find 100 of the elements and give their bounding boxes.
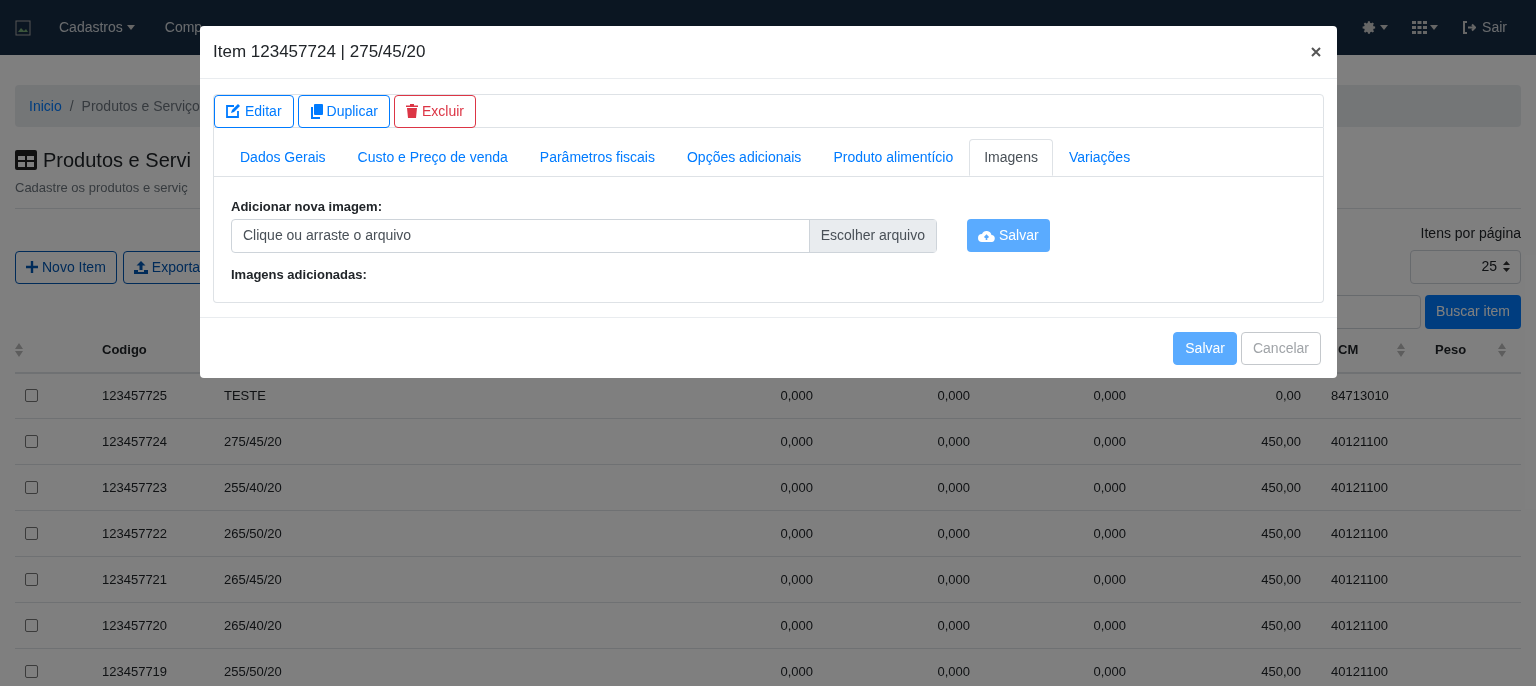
- sort-icon: [1397, 343, 1405, 357]
- action-button[interactable]: Excluir: [393, 94, 476, 128]
- caret-icon: [126, 25, 135, 30]
- tab[interactable]: Variações: [1052, 139, 1147, 176]
- table-cell: 40121100: [1331, 433, 1388, 449]
- file-input[interactable]: Clique ou arraste o arquivo Escolher arquivo: [231, 218, 937, 253]
- table-cell: 450,00: [1261, 479, 1301, 495]
- page-subtitle: Cadastre os produtos e serviç: [15, 179, 189, 197]
- table-cell: 40121100: [1331, 479, 1388, 495]
- table-cell: 0,000: [780, 663, 813, 679]
- grid-icon: [1412, 21, 1428, 34]
- table-cell: 0,000: [937, 617, 970, 633]
- column-header: Codigo: [102, 342, 147, 358]
- tab[interactable]: Parâmetros fiscais: [523, 139, 671, 176]
- sign-out-icon: [1462, 21, 1477, 34]
- column-header: Peso: [1435, 341, 1467, 360]
- table-cell: 123457719: [102, 663, 168, 679]
- tab[interactable]: Dados Gerais: [224, 139, 342, 176]
- apps-menu[interactable]: [1412, 21, 1439, 34]
- table-cell: 0,000: [1093, 663, 1126, 679]
- table-icon: [15, 150, 37, 170]
- table-cell: 123457722: [102, 525, 168, 541]
- table-cell: 40121100: [1331, 525, 1388, 541]
- settings-icon: [1362, 20, 1378, 35]
- broken-image-icon: [15, 19, 31, 36]
- tab[interactable]: Produto alimentício: [817, 139, 970, 176]
- action-button[interactable]: Editar: [214, 94, 294, 128]
- row-checkbox[interactable]: [25, 527, 38, 540]
- nav-menu[interactable]: Cadastros: [59, 17, 135, 38]
- breadcrumb-separator: /: [68, 96, 75, 116]
- edit-icon: [226, 104, 241, 118]
- table-cell: 0,000: [780, 388, 813, 403]
- close-icon: [1311, 47, 1321, 57]
- table-cell: 0,000: [780, 433, 813, 449]
- table-cell: 0,000: [1093, 388, 1126, 403]
- table-cell: 123457724: [102, 433, 168, 449]
- trash-icon: [405, 104, 418, 118]
- settings-menu[interactable]: [1362, 20, 1389, 35]
- table-cell: 40121100: [1331, 571, 1388, 587]
- table-cell: 0,000: [1093, 525, 1126, 541]
- select-arrows-icon: [1503, 261, 1510, 272]
- table-cell: 123457723: [102, 479, 168, 495]
- table-cell: 0,000: [937, 663, 970, 679]
- images-added-label: Imagens adicionadas:: [231, 265, 368, 284]
- table-cell: 40121100: [1331, 663, 1388, 679]
- row-checkbox[interactable]: [25, 435, 38, 448]
- table-cell: 84713010: [1331, 388, 1389, 403]
- row-checkbox[interactable]: [25, 573, 38, 586]
- table-cell: 0,000: [1093, 571, 1126, 587]
- row-checkbox[interactable]: [25, 619, 38, 632]
- cloud-upload-icon: [978, 229, 995, 242]
- row-checkbox[interactable]: [25, 481, 38, 494]
- table-cell: 0,000: [780, 479, 813, 495]
- table-cell: 265/40/20: [224, 617, 282, 633]
- per-page-select[interactable]: 25: [1410, 249, 1521, 284]
- nav-menu[interactable]: Comp: [164, 17, 203, 38]
- table-cell: 265/50/20: [224, 525, 282, 541]
- table-cell: 123457721: [102, 571, 168, 587]
- exit-link[interactable]: Sair: [1462, 17, 1507, 38]
- table-cell: 123457725: [102, 388, 168, 403]
- table-cell: 450,00: [1261, 571, 1301, 587]
- table-cell: 0,000: [1093, 433, 1126, 449]
- table-cell: 255/40/20: [224, 479, 282, 495]
- plus-icon: [26, 261, 38, 273]
- table-cell: 0,000: [780, 571, 813, 587]
- table-cell: 265/45/20: [224, 571, 282, 587]
- table-cell: 255/50/20: [224, 663, 282, 679]
- table-cell: 0,00: [1275, 388, 1301, 403]
- toolbar-button[interactable]: Novo Item: [15, 250, 117, 284]
- table-cell: 0,000: [1093, 617, 1126, 633]
- caret-icon: [1380, 25, 1389, 30]
- upload-label: Adicionar nova imagem:: [231, 198, 383, 216]
- table-cell: 0,000: [1093, 479, 1126, 495]
- caret-icon: [1430, 25, 1439, 30]
- breadcrumb-current: Produtos e Serviço: [81, 96, 200, 116]
- table-cell: 0,000: [937, 571, 970, 587]
- modal-title: Item 123457724 | 275/45/20: [213, 41, 426, 64]
- row-checkbox[interactable]: [25, 665, 38, 678]
- table-cell: 450,00: [1261, 525, 1301, 541]
- table-cell: 275/45/20: [224, 433, 282, 449]
- search-button[interactable]: Buscar item: [1425, 294, 1521, 329]
- table-cell: 123457720: [102, 617, 168, 633]
- tab[interactable]: Custo e Preço de venda: [341, 139, 524, 176]
- table-cell: 450,00: [1261, 663, 1301, 679]
- table-cell: 0,000: [780, 525, 813, 541]
- table-cell: 0,000: [937, 525, 970, 541]
- upload-icon: [133, 260, 148, 274]
- column-header: CM: [1338, 341, 1359, 360]
- tab[interactable]: Imagens: [969, 139, 1053, 176]
- action-button[interactable]: Duplicar: [297, 94, 390, 128]
- breadcrumb-link[interactable]: Inicio: [29, 95, 62, 117]
- table-cell: 0,000: [937, 479, 970, 495]
- tab[interactable]: Opções adicionais: [670, 139, 818, 176]
- copy-icon: [309, 103, 323, 119]
- row-checkbox[interactable]: [25, 389, 38, 403]
- table-cell: 40121100: [1331, 617, 1388, 633]
- table-cell: TESTE: [224, 388, 266, 403]
- page-title: Produtos e Servi: [43, 148, 191, 173]
- table-cell: 450,00: [1261, 433, 1301, 449]
- per-page-label: Itens por página: [1420, 223, 1521, 243]
